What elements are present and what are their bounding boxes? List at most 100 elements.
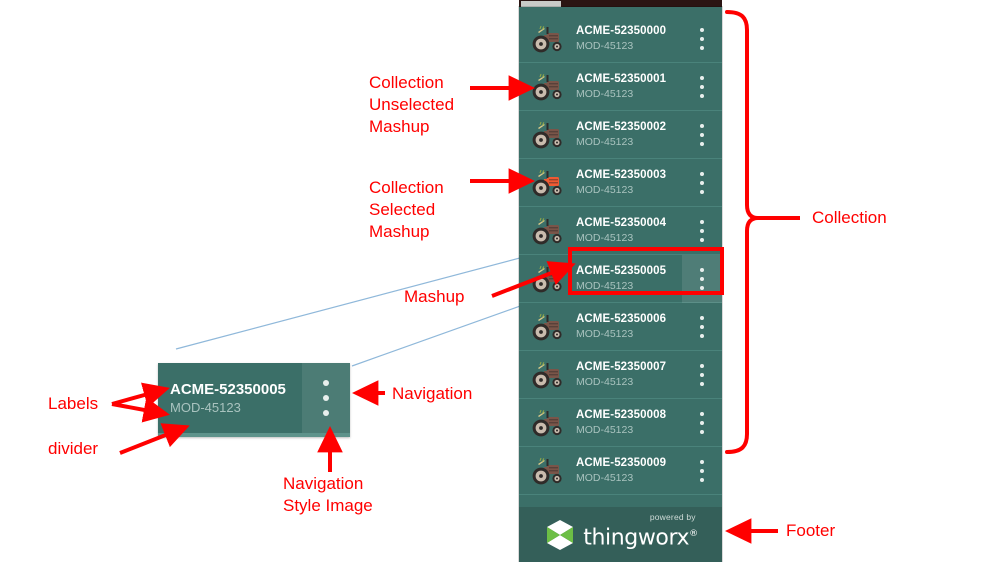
dot	[700, 285, 704, 290]
item-labels: ACME-52350000 MOD-45123	[574, 24, 682, 53]
collection-list-item[interactable]: ACME-52350008 MOD-45123	[519, 399, 722, 447]
collection-list-item[interactable]: ACME-52350000 MOD-45123	[519, 15, 722, 63]
item-labels: ACME-52350006 MOD-45123	[574, 312, 682, 341]
item-tractor-icon	[519, 63, 574, 111]
dot	[700, 411, 704, 416]
callout-connector-lines	[175, 245, 566, 367]
item-labels: ACME-52350008 MOD-45123	[574, 408, 682, 437]
item-tractor-icon	[519, 255, 574, 303]
item-navigation-dots-icon[interactable]	[682, 303, 722, 351]
collection-list-item[interactable]: ACME-52350002 MOD-45123	[519, 111, 722, 159]
item-labels: ACME-52350005 MOD-45123	[574, 264, 682, 293]
dot	[323, 380, 329, 386]
item-subtitle-label: MOD-45123	[576, 472, 634, 484]
item-title-label: ACME-52350007	[576, 361, 667, 373]
dot	[700, 324, 704, 329]
dot	[700, 372, 704, 377]
collection-list-item[interactable]: ACME-52350009 MOD-45123	[519, 447, 722, 495]
item-navigation-dots-icon[interactable]	[682, 399, 722, 447]
dot	[700, 228, 704, 233]
item-title-label: ACME-52350004	[576, 217, 667, 229]
dot	[700, 123, 704, 128]
dot	[700, 141, 704, 146]
dot	[700, 276, 704, 281]
dot	[700, 459, 704, 464]
annotation-divider: divider	[48, 439, 99, 458]
item-tractor-icon	[519, 351, 574, 399]
item-tractor-icon	[519, 207, 574, 255]
item-labels: ACME-52350003 MOD-45123	[574, 168, 682, 197]
dot	[700, 27, 704, 32]
dot	[700, 315, 704, 320]
tractor-icon	[532, 121, 562, 148]
mashup-detail-card[interactable]: ACME-52350005 MOD-45123	[158, 363, 350, 437]
dot	[700, 84, 704, 89]
dot	[323, 410, 329, 416]
item-subtitle-label: MOD-45123	[576, 376, 634, 388]
dot	[700, 45, 704, 50]
item-labels: ACME-52350009 MOD-45123	[574, 456, 682, 485]
collection-list-item[interactable]: ACME-52350005 MOD-45123	[519, 254, 722, 303]
dot	[700, 180, 704, 185]
item-labels: ACME-52350007 MOD-45123	[574, 360, 682, 389]
dot	[700, 189, 704, 194]
dot	[323, 395, 329, 401]
collection-list-item[interactable]: ACME-52350003 MOD-45123	[519, 159, 722, 207]
dot	[700, 477, 704, 482]
tractor-icon	[532, 73, 562, 100]
item-subtitle-label: MOD-45123	[576, 40, 634, 52]
item-navigation-dots-icon[interactable]	[682, 159, 722, 207]
item-tractor-icon	[519, 15, 574, 63]
dot	[700, 333, 704, 338]
item-subtitle-label: MOD-45123	[576, 232, 634, 244]
annotation-collection-selected-mashup: Collection Selected Mashup	[369, 178, 444, 241]
item-subtitle-label: MOD-45123	[576, 184, 634, 196]
tractor-icon	[532, 313, 562, 340]
dot	[700, 75, 704, 80]
collection-list-item[interactable]: ACME-52350006 MOD-45123	[519, 303, 722, 351]
item-title-label: ACME-52350006	[576, 313, 667, 325]
item-subtitle-label: MOD-45123	[576, 136, 634, 148]
item-title-label: ACME-52350005	[576, 265, 667, 277]
tractor-icon	[532, 217, 562, 244]
item-navigation-dots-icon[interactable]	[682, 351, 722, 399]
annotation-overlay	[111, 10, 800, 544]
annotation-collection-unselected-mashup: Collection Unselected Mashup	[369, 73, 455, 136]
collection-list-item[interactable]: ACME-52350001 MOD-45123	[519, 63, 722, 111]
tractor-icon	[532, 25, 562, 52]
item-title-label: ACME-52350000	[576, 25, 667, 37]
item-navigation-dots-icon[interactable]	[682, 447, 722, 495]
dot	[700, 219, 704, 224]
item-title-label: ACME-52350002	[576, 121, 667, 133]
dot	[700, 171, 704, 176]
item-tractor-icon	[519, 159, 574, 207]
item-title-label: ACME-52350003	[576, 169, 667, 181]
item-subtitle-label: MOD-45123	[576, 88, 634, 100]
item-tractor-icon	[519, 303, 574, 351]
thingworx-bowtie-logo-icon	[547, 519, 574, 550]
collection-list-item[interactable]: ACME-52350007 MOD-45123	[519, 351, 722, 399]
item-subtitle-label: MOD-45123	[576, 280, 634, 292]
item-labels: ACME-52350002 MOD-45123	[574, 120, 682, 149]
item-navigation-dots-icon[interactable]	[682, 254, 722, 303]
item-navigation-dots-icon[interactable]	[682, 63, 722, 111]
item-title-label: ACME-52350009	[576, 457, 667, 469]
item-labels: ACME-52350001 MOD-45123	[574, 72, 682, 101]
item-tractor-icon	[519, 399, 574, 447]
footer: powered by thingworx®	[519, 507, 722, 562]
item-navigation-dots-icon[interactable]	[682, 207, 722, 255]
item-navigation-dots-icon[interactable]	[682, 111, 722, 159]
dot	[700, 132, 704, 137]
footer-registered-mark: ®	[689, 529, 698, 540]
item-navigation-dots-icon[interactable]	[682, 15, 722, 63]
annotation-labels: Labels	[48, 394, 99, 413]
dot	[700, 381, 704, 386]
dot	[700, 363, 704, 368]
dot	[700, 36, 704, 41]
collection-list-item[interactable]: ACME-52350004 MOD-45123	[519, 207, 722, 255]
detail-card-navigation-dots-icon[interactable]	[302, 363, 350, 433]
dot	[700, 93, 704, 98]
item-title-label: ACME-52350008	[576, 409, 667, 421]
annotation-navigation-style-image: Navigation Style Image	[283, 474, 373, 515]
collection-list[interactable]: ACME-52350000 MOD-45123 ACME-52350001 MO…	[519, 15, 722, 507]
